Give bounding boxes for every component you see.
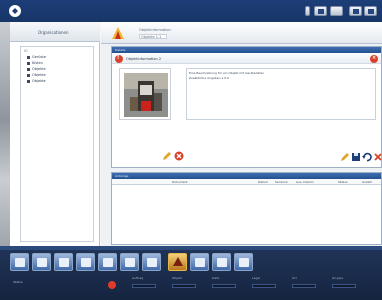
home-icon[interactable] [10, 253, 29, 271]
left-panel: Organisationen ID Gerüste Kisten Objekte… [10, 22, 100, 246]
tree-node-icon [27, 61, 30, 65]
undo-icon[interactable] [362, 152, 372, 162]
stop-icon[interactable] [108, 281, 116, 289]
left-panel-title: Organisationen [38, 30, 69, 35]
column-header[interactable]: Aus. Datum [296, 180, 314, 184]
tree-root[interactable]: ID [24, 49, 28, 53]
description-line: Eine Beschreibung für ein Objekt mit Ger… [189, 71, 265, 75]
mail-icon[interactable] [98, 253, 117, 271]
left-panel-header: Organisationen [10, 22, 100, 42]
image-frame [119, 68, 171, 120]
status-readout: Ort [290, 276, 318, 294]
tree-item[interactable]: Objekte [27, 73, 46, 78]
taskbar: Status Auftrag Objekt Kiste Lager Ort Gr… [0, 246, 382, 300]
status-readout: Gruppe [330, 276, 358, 294]
truck-icon[interactable] [32, 253, 51, 271]
status-readout: Auftrag [130, 276, 158, 294]
close-object-icon[interactable]: × [370, 55, 378, 63]
window-icon[interactable] [330, 6, 343, 16]
tree-item[interactable]: Gerüste [27, 55, 46, 60]
object-tree[interactable]: ID Gerüste Kisten Objekte Objekte Objekt… [20, 46, 94, 242]
detail-subtitle-field[interactable]: Objekte 1.1 [139, 34, 167, 39]
object-title: Objektinformation 2 [126, 57, 162, 61]
warning-icon[interactable] [168, 253, 187, 271]
detail-title: Objektinformation [139, 28, 171, 32]
column-header[interactable]: Anzahl [362, 180, 372, 184]
column-header[interactable]: Dokument [172, 180, 188, 184]
status-readout: Kiste [210, 276, 238, 294]
description-line: Zusätzliche Angaben 1.0.0 [189, 76, 230, 80]
close-icon[interactable] [364, 6, 377, 16]
title-bar [0, 0, 382, 22]
table-header: Dokument Datum Seriennr. Aus. Datum Stat… [112, 179, 381, 185]
content-area: Objektinformation Objekte 1.1 Details ! … [101, 22, 382, 246]
delete-icon[interactable] [174, 151, 184, 161]
print-icon[interactable] [234, 253, 253, 271]
taskbar-edge [0, 246, 382, 250]
tree-item[interactable]: Objekte [27, 79, 46, 84]
flag-icon[interactable] [349, 6, 362, 16]
pencil-icon[interactable] [76, 253, 95, 271]
content-header: Objektinformation Objekte 1.1 [101, 22, 382, 44]
details-panel: Details ! Objektinformation 2 × Eine Bes… [111, 46, 382, 168]
alert-icon: ! [115, 55, 123, 63]
attachments-panel: Anhänge Dokument Datum Seriennr. Aus. Da… [111, 172, 382, 245]
app-window: Organisationen ID Gerüste Kisten Objekte… [10, 22, 382, 246]
status-readout: Objekt [170, 276, 198, 294]
document-icon[interactable] [120, 253, 139, 271]
taskbar-label: Status [13, 280, 23, 284]
object-photo [124, 73, 168, 117]
check-icon[interactable] [54, 253, 73, 271]
details-panel-bar: Details [112, 47, 381, 53]
panel-bar-label: Details [115, 48, 126, 52]
panel-bar-label: Anhänge [115, 174, 129, 178]
folder-icon[interactable] [142, 253, 161, 271]
cancel-icon[interactable] [373, 152, 382, 162]
tree-item[interactable]: Kisten [27, 61, 43, 66]
status-readout: Lager [250, 276, 278, 294]
tree-node-icon [27, 73, 30, 77]
tree-node-icon [27, 67, 30, 71]
column-header[interactable]: Seriennr. [275, 180, 288, 184]
tools-icon[interactable] [190, 253, 209, 271]
hazard-logo-icon [112, 27, 124, 39]
edit-pencil-icon[interactable] [340, 152, 350, 162]
monitor-icon[interactable] [305, 6, 310, 16]
column-header[interactable]: Status [338, 180, 348, 184]
tree-item[interactable]: Objekte [27, 67, 46, 72]
save-icon[interactable] [351, 152, 361, 162]
tree-node-icon [27, 79, 30, 83]
description-textarea[interactable]: Eine Beschreibung für ein Objekt mit Ger… [186, 68, 376, 120]
calendar-icon[interactable] [212, 253, 231, 271]
edit-pencil-icon[interactable] [162, 151, 172, 161]
info-icon[interactable] [314, 6, 327, 16]
app-logo-icon[interactable] [9, 5, 21, 17]
tree-node-icon [27, 55, 30, 59]
column-header[interactable]: Datum [258, 180, 268, 184]
